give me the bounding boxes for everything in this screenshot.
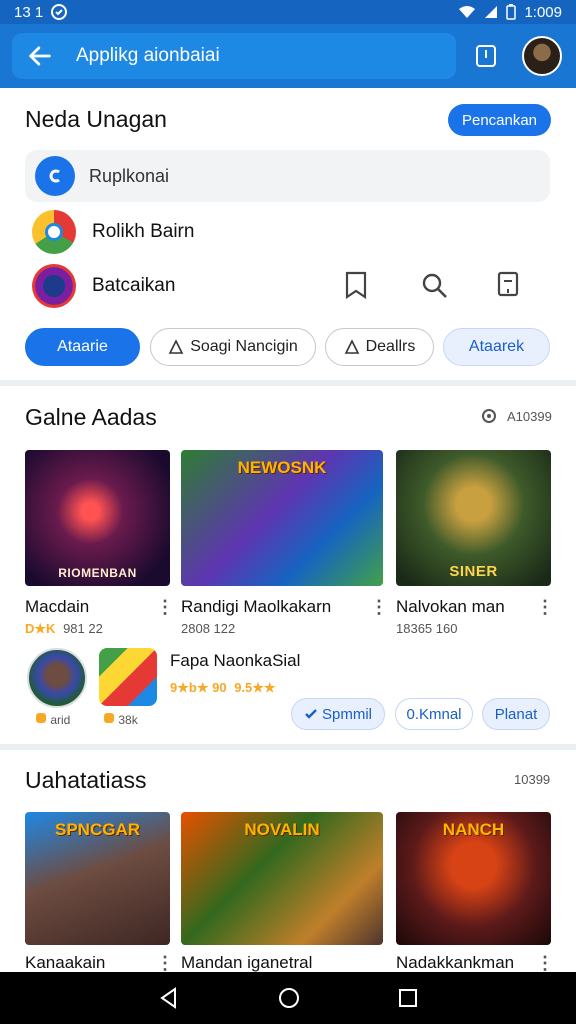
- badge-icon: [36, 713, 46, 723]
- note-icon[interactable]: [496, 271, 520, 299]
- rating-stars: D★K: [25, 621, 56, 636]
- system-nav-bar: [0, 972, 576, 1024]
- game-name: Nadakkankman: [396, 953, 515, 972]
- thumbnail-banner: NOVALIN: [244, 820, 320, 839]
- button-label: Planat: [494, 705, 538, 723]
- chip-label: Ataarek: [468, 338, 525, 355]
- chrome-app-icon: [32, 210, 76, 254]
- search-row-icon: [35, 156, 75, 196]
- game-name: Nalvokan man: [396, 597, 505, 616]
- browser-app-icon: [32, 264, 76, 308]
- thumbnail-banner: SPNCGAR: [54, 820, 140, 839]
- more-menu-icon[interactable]: ⋮: [536, 597, 554, 618]
- app-label: Batcaikan: [92, 275, 176, 296]
- game-meta-text: 2808 122: [181, 621, 236, 636]
- status-time: 13 1: [14, 3, 44, 21]
- game-meta: D★K 981 22: [25, 621, 103, 637]
- search-icon[interactable]: [421, 272, 449, 300]
- thumbnail-banner: NANCH: [442, 820, 505, 839]
- bookmark-icon[interactable]: [343, 271, 369, 299]
- section-count: A10399: [507, 409, 552, 424]
- info-button[interactable]: [466, 36, 506, 76]
- more-menu-icon[interactable]: ⋮: [156, 597, 174, 618]
- game-meta-text: 981 22: [63, 621, 103, 636]
- search-text: Applikg aionbaiai: [76, 45, 220, 66]
- notification-icon: [51, 4, 68, 20]
- more-menu-icon[interactable]: ⋮: [536, 953, 554, 974]
- game-thumbnail[interactable]: NANCH: [396, 812, 551, 945]
- thumbnail-banner: NEWOSNK: [237, 458, 327, 477]
- verified-icon: [305, 709, 317, 719]
- triangle-icon: [344, 339, 359, 354]
- search-row-label: Ruplkonai: [89, 165, 170, 186]
- back-arrow-icon[interactable]: [26, 42, 54, 70]
- featured-app-icon[interactable]: [27, 648, 87, 708]
- thumbnail-caption: SINER: [449, 563, 498, 580]
- home-icon[interactable]: [277, 986, 301, 1010]
- rating-stars: 9★b★ 90: [170, 680, 227, 695]
- featured-name: Fapa NaonkaSial: [170, 651, 301, 670]
- app-item[interactable]: Rolikh Bairn: [32, 210, 194, 254]
- user-avatar[interactable]: [522, 36, 562, 76]
- planat-button[interactable]: Planat: [482, 698, 550, 730]
- recents-icon[interactable]: [398, 988, 418, 1008]
- featured-badge: 38k: [103, 712, 138, 727]
- chip-label: Deallrs: [365, 338, 416, 355]
- game-meta-text: 18365 160: [396, 621, 458, 636]
- game-thumbnail[interactable]: RIOMENBAN: [25, 450, 170, 586]
- divider: [0, 380, 576, 386]
- app-label: Rolikh Bairn: [92, 221, 195, 242]
- more-menu-icon[interactable]: ⋮: [156, 953, 174, 974]
- divider: [0, 744, 576, 750]
- signal-icon: [485, 6, 498, 18]
- tag-icon: [168, 339, 184, 354]
- featured-badge: arid: [35, 712, 70, 727]
- button-label: Spmmil: [321, 705, 372, 723]
- chip-ataarek[interactable]: Ataarek: [443, 328, 550, 366]
- game-thumbnail[interactable]: NOVALIN: [181, 812, 383, 945]
- chip-deallrs[interactable]: Deallrs: [325, 328, 434, 366]
- kmnal-button[interactable]: 0.Kmnal: [395, 698, 473, 730]
- battery-icon: [506, 4, 517, 20]
- game-thumbnail[interactable]: NEWOSNK: [181, 450, 383, 586]
- chip-label: Ataarie: [57, 338, 108, 355]
- section-title-neda: Neda Unagan: [25, 106, 167, 132]
- info-icon: [476, 45, 496, 67]
- chip-soagi[interactable]: Soagi Nancigin: [150, 328, 316, 366]
- search-row[interactable]: Ruplkonai: [25, 150, 550, 202]
- game-name: Kanaakain: [25, 953, 106, 972]
- status-clock: 1:009: [524, 3, 562, 21]
- game-thumbnail[interactable]: SINER: [396, 450, 551, 586]
- app-item[interactable]: Batcaikan: [32, 264, 175, 308]
- featured-app-icon[interactable]: [99, 648, 157, 706]
- section-title-uahatatiass: Uahatatiass: [25, 767, 147, 793]
- game-name: Mandan iganetral: [181, 953, 313, 972]
- search-bar[interactable]: Applikg aionbaiai: [12, 33, 456, 79]
- rating-suffix: 9.5★★: [234, 680, 276, 695]
- thumbnail-caption: RIOMENBAN: [58, 566, 137, 580]
- button-label: 0.Kmnal: [406, 705, 462, 723]
- chip-ataarie[interactable]: Ataarie: [25, 328, 140, 366]
- badge-icon: [104, 713, 114, 723]
- settings-icon[interactable]: [481, 408, 497, 424]
- section-count: 10399: [514, 772, 551, 787]
- badge-label: arid: [50, 713, 71, 727]
- status-bar: 13 1 1:009: [0, 0, 576, 24]
- spmmil-button[interactable]: Spmmil: [291, 698, 385, 730]
- featured-rating: 9★b★ 90 9.5★★: [170, 680, 276, 696]
- wifi-icon: [459, 6, 476, 18]
- pencankan-button[interactable]: Pencankan: [448, 104, 551, 136]
- game-name: Randigi Maolkakarn: [181, 597, 332, 616]
- section-title-games: Galne Aadas: [25, 404, 157, 430]
- badge-label: 38k: [118, 713, 138, 727]
- more-menu-icon[interactable]: ⋮: [370, 597, 388, 618]
- game-thumbnail[interactable]: SPNCGAR: [25, 812, 170, 945]
- back-icon[interactable]: [158, 987, 180, 1009]
- chip-label: Soagi Nancigin: [190, 338, 298, 355]
- game-name: Macdain: [25, 597, 90, 616]
- app-bar: Applikg aionbaiai: [0, 24, 576, 88]
